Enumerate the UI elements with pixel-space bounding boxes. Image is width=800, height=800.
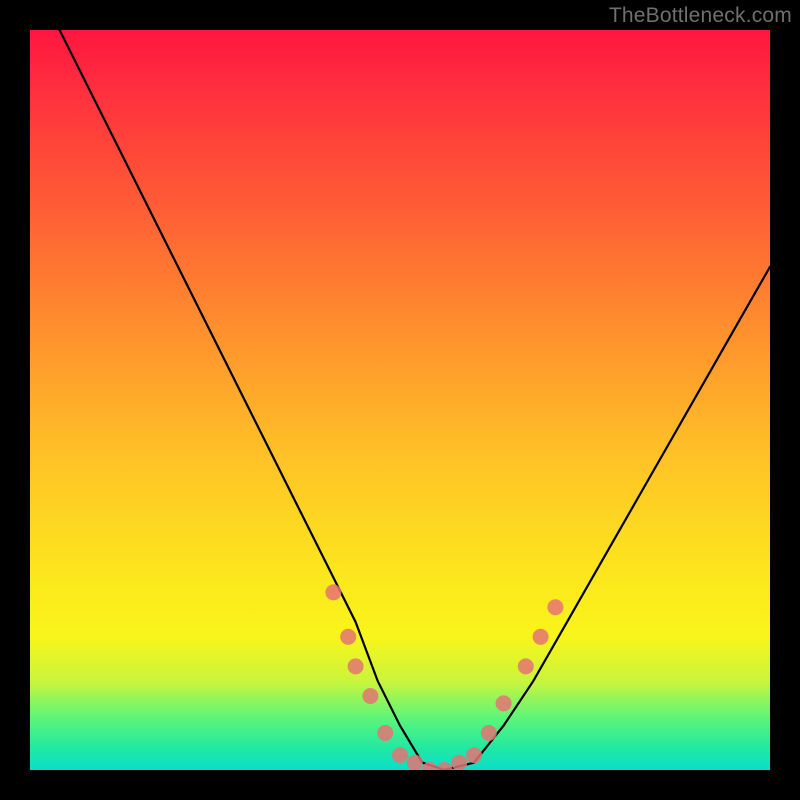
bottleneck-curve xyxy=(60,30,770,770)
marker-dot xyxy=(533,629,549,645)
marker-dot xyxy=(466,747,482,763)
marker-dot xyxy=(496,695,512,711)
marker-dot xyxy=(362,688,378,704)
marker-dot xyxy=(436,762,452,770)
marker-dot xyxy=(392,747,408,763)
marker-dot xyxy=(547,599,563,615)
marker-dot xyxy=(377,725,393,741)
chart-overlay xyxy=(30,30,770,770)
chart-gradient-background xyxy=(30,30,770,770)
marker-dot xyxy=(340,629,356,645)
marker-dot xyxy=(481,725,497,741)
watermark-text: TheBottleneck.com xyxy=(609,4,792,28)
marker-dot xyxy=(325,584,341,600)
highlighted-points xyxy=(325,584,563,770)
marker-dot xyxy=(407,755,423,770)
marker-dot xyxy=(518,658,534,674)
marker-dot xyxy=(451,755,467,770)
marker-dot xyxy=(348,658,364,674)
chart-frame: TheBottleneck.com xyxy=(0,0,800,800)
